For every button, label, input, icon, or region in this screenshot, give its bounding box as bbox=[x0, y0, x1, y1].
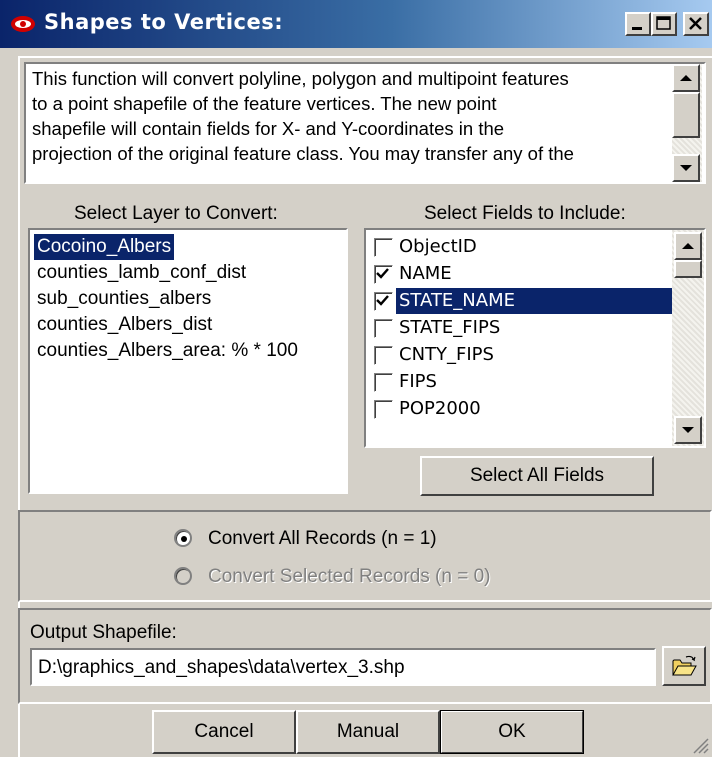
checkmark-icon bbox=[376, 295, 389, 306]
field-label: STATE_FIPS bbox=[399, 317, 501, 338]
red-eye-icon bbox=[11, 16, 35, 32]
field-label: ObjectID bbox=[399, 236, 477, 257]
records-group: Convert All Records (n = 1) Convert Sele… bbox=[18, 510, 712, 602]
close-icon bbox=[689, 17, 702, 30]
arrow-up-icon bbox=[680, 75, 692, 81]
manual-button[interactable]: Manual bbox=[296, 710, 440, 754]
radio-button[interactable] bbox=[174, 529, 192, 547]
convert-all-label: Convert All Records (n = 1) bbox=[208, 528, 437, 549]
field-label: POP2000 bbox=[399, 398, 481, 419]
checkbox[interactable] bbox=[374, 319, 393, 338]
convert-selected-radio-row: Convert Selected Records (n = 0) bbox=[174, 564, 594, 590]
arrow-down-icon bbox=[680, 165, 692, 171]
checkbox[interactable] bbox=[374, 346, 393, 365]
title-bar[interactable]: Shapes to Vertices: bbox=[0, 0, 712, 48]
field-label: FIPS bbox=[399, 371, 437, 392]
scroll-up-button[interactable] bbox=[674, 232, 702, 260]
layer-list[interactable]: Cocoino_Albers counties_lamb_conf_dist s… bbox=[28, 228, 348, 494]
open-folder-icon bbox=[672, 655, 697, 676]
checkmark-icon bbox=[376, 268, 389, 279]
list-item[interactable]: counties_Albers_dist bbox=[34, 312, 215, 338]
arrow-up-icon bbox=[682, 243, 694, 249]
radio-button bbox=[174, 567, 192, 585]
list-item[interactable]: Cocoino_Albers bbox=[34, 234, 175, 260]
checkbox[interactable] bbox=[374, 373, 393, 392]
close-button[interactable] bbox=[683, 12, 709, 36]
description-text: This function will convert polyline, pol… bbox=[32, 68, 574, 164]
list-item[interactable]: counties_Albers_area: % * 100 bbox=[34, 338, 301, 364]
ok-button[interactable]: OK bbox=[440, 710, 584, 754]
field-label: CNTY_FIPS bbox=[399, 344, 494, 365]
output-shapefile-input[interactable]: D:\graphics_and_shapes\data\vertex_3.shp bbox=[30, 648, 656, 686]
field-label: STATE_NAME bbox=[396, 288, 672, 314]
checkbox[interactable] bbox=[374, 265, 393, 284]
checkbox[interactable] bbox=[374, 400, 393, 419]
field-label: NAME bbox=[399, 263, 452, 284]
maximize-icon bbox=[656, 16, 671, 30]
description-box: This function will convert polyline, pol… bbox=[24, 62, 706, 184]
scroll-down-button[interactable] bbox=[674, 416, 702, 444]
scroll-thumb[interactable] bbox=[674, 260, 702, 278]
scroll-down-button[interactable] bbox=[672, 154, 700, 182]
scroll-thumb[interactable] bbox=[672, 92, 700, 138]
field-list-label: Select Fields to Include: bbox=[424, 203, 626, 224]
list-item[interactable]: sub_counties_albers bbox=[34, 286, 214, 312]
minimize-icon bbox=[632, 27, 642, 30]
cancel-button[interactable]: Cancel bbox=[152, 710, 296, 754]
maximize-button[interactable] bbox=[651, 12, 677, 36]
field-list[interactable]: ObjectID NAME STATE_NAME STATE_FIPS CNTY… bbox=[364, 228, 706, 448]
scroll-up-button[interactable] bbox=[672, 64, 700, 92]
arrow-down-icon bbox=[682, 427, 694, 433]
resize-grip-icon[interactable] bbox=[690, 735, 710, 755]
list-item[interactable]: counties_lamb_conf_dist bbox=[34, 260, 249, 286]
output-path: D:\graphics_and_shapes\data\vertex_3.shp bbox=[38, 657, 405, 678]
field-list-scrollbar[interactable] bbox=[672, 230, 704, 446]
output-label: Output Shapefile: bbox=[30, 622, 177, 643]
convert-all-radio-row[interactable]: Convert All Records (n = 1) bbox=[174, 526, 574, 552]
layer-list-label: Select Layer to Convert: bbox=[74, 203, 278, 224]
select-all-fields-button[interactable]: Select All Fields bbox=[420, 456, 654, 496]
radio-dot-icon bbox=[181, 536, 187, 542]
window-title: Shapes to Vertices: bbox=[44, 10, 284, 34]
minimize-button[interactable] bbox=[625, 12, 651, 36]
checkbox[interactable] bbox=[374, 238, 393, 257]
checkbox[interactable] bbox=[374, 292, 393, 311]
convert-selected-label: Convert Selected Records (n = 0) bbox=[208, 566, 491, 587]
browse-button[interactable] bbox=[662, 646, 706, 686]
description-scrollbar[interactable] bbox=[672, 64, 702, 182]
